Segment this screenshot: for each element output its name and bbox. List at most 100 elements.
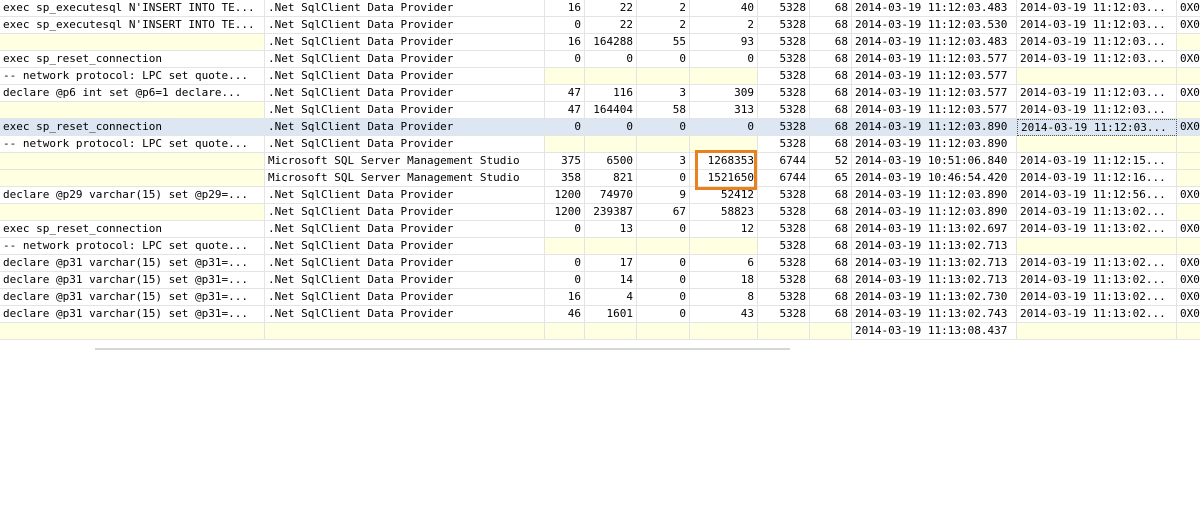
table-cell[interactable]: [637, 68, 690, 85]
table-cell[interactable]: 2014-03-19 10:46:54.420: [852, 170, 1017, 187]
table-cell[interactable]: .Net SqlClient Data Provider: [265, 238, 545, 255]
table-cell[interactable]: 5328: [758, 34, 810, 51]
table-cell[interactable]: 5328: [758, 204, 810, 221]
table-cell[interactable]: exec sp_executesql N'INSERT INTO TE...: [0, 0, 265, 17]
table-cell[interactable]: 47: [545, 85, 585, 102]
table-cell[interactable]: .Net SqlClient Data Provider: [265, 17, 545, 34]
table-cell[interactable]: 5328: [758, 221, 810, 238]
table-row[interactable]: .Net SqlClient Data Provider 1200 239387 67…: [0, 204, 1200, 221]
table-cell[interactable]: 2014-03-19 11:12:03.530: [852, 17, 1017, 34]
table-cell[interactable]: 2014-03-19 11:13:02.713: [852, 272, 1017, 289]
table-cell[interactable]: 5328: [758, 0, 810, 17]
table-cell[interactable]: [637, 323, 690, 340]
table-cell[interactable]: 5328: [758, 17, 810, 34]
table-cell[interactable]: 0: [545, 17, 585, 34]
table-cell[interactable]: 6500: [585, 153, 637, 170]
table-cell[interactable]: 5328: [758, 119, 810, 136]
table-cell[interactable]: -- network protocol: LPC set quote...: [0, 68, 265, 85]
table-cell[interactable]: [0, 204, 265, 221]
table-cell[interactable]: 313: [690, 102, 758, 119]
table-cell[interactable]: [1177, 238, 1200, 255]
table-row[interactable]: .Net SqlClient Data Provider 47 164404 58 31…: [0, 102, 1200, 119]
table-cell[interactable]: 2014-03-19 11:12:03.890: [852, 204, 1017, 221]
table-row[interactable]: declare @p31 varchar(15) set @p31=... .Ne…: [0, 289, 1200, 306]
table-cell[interactable]: [585, 238, 637, 255]
table-row[interactable]: -- network protocol: LPC set quote... .Ne…: [0, 238, 1200, 255]
table-cell[interactable]: 0X0: [1177, 0, 1200, 17]
table-cell[interactable]: 0: [637, 170, 690, 187]
table-cell[interactable]: 5328: [758, 68, 810, 85]
table-cell[interactable]: .Net SqlClient Data Provider: [265, 272, 545, 289]
table-row[interactable]: declare @p6 int set @p6=1 declare... .Net…: [0, 85, 1200, 102]
table-cell[interactable]: .Net SqlClient Data Provider: [265, 51, 545, 68]
table-cell[interactable]: 68: [810, 136, 852, 153]
table-row[interactable]: declare @p31 varchar(15) set @p31=... .Ne…: [0, 306, 1200, 323]
table-cell[interactable]: 2014-03-19 11:12:03...: [1017, 119, 1177, 136]
table-cell[interactable]: 4: [585, 289, 637, 306]
table-cell[interactable]: 0: [545, 255, 585, 272]
table-row[interactable]: Microsoft SQL Server Management Studio 35…: [0, 170, 1200, 187]
table-cell[interactable]: 5328: [758, 238, 810, 255]
table-cell[interactable]: [1017, 136, 1177, 153]
table-cell[interactable]: 68: [810, 221, 852, 238]
table-cell[interactable]: 6744: [758, 153, 810, 170]
table-cell[interactable]: exec sp_executesql N'INSERT INTO TE...: [0, 17, 265, 34]
table-cell[interactable]: 2014-03-19 11:12:03.577: [852, 51, 1017, 68]
table-cell[interactable]: 0: [545, 272, 585, 289]
table-row[interactable]: declare @p31 varchar(15) set @p31=... .Ne…: [0, 255, 1200, 272]
table-cell[interactable]: .Net SqlClient Data Provider: [265, 204, 545, 221]
table-cell[interactable]: 2014-03-19 11:12:03.577: [852, 68, 1017, 85]
table-cell[interactable]: [1177, 68, 1200, 85]
table-cell[interactable]: 65: [810, 170, 852, 187]
table-cell[interactable]: exec sp_reset_connection: [0, 221, 265, 238]
table-cell[interactable]: 74970: [585, 187, 637, 204]
table-cell[interactable]: 68: [810, 289, 852, 306]
table-cell[interactable]: [0, 34, 265, 51]
table-cell[interactable]: 0X0: [1177, 255, 1200, 272]
table-cell[interactable]: 68: [810, 119, 852, 136]
table-cell[interactable]: [690, 323, 758, 340]
table-cell[interactable]: 67: [637, 204, 690, 221]
table-cell[interactable]: 68: [810, 34, 852, 51]
table-cell[interactable]: 22: [585, 0, 637, 17]
table-cell[interactable]: 68: [810, 17, 852, 34]
table-cell[interactable]: 68: [810, 255, 852, 272]
table-cell[interactable]: [1177, 204, 1200, 221]
table-cell[interactable]: [0, 170, 265, 187]
table-cell[interactable]: 2014-03-19 11:12:03...: [1017, 51, 1177, 68]
table-cell[interactable]: 0: [637, 119, 690, 136]
table-cell[interactable]: 0: [637, 306, 690, 323]
table-cell[interactable]: [1177, 170, 1200, 187]
table-row[interactable]: Microsoft SQL Server Management Studio 37…: [0, 153, 1200, 170]
table-cell[interactable]: [810, 323, 852, 340]
table-cell[interactable]: 2014-03-19 11:13:02.713: [852, 238, 1017, 255]
table-cell[interactable]: 2014-03-19 11:12:16...: [1017, 170, 1177, 187]
table-cell[interactable]: 68: [810, 51, 852, 68]
table-cell[interactable]: 68: [810, 85, 852, 102]
table-cell[interactable]: 2014-03-19 11:13:02...: [1017, 306, 1177, 323]
table-cell[interactable]: .Net SqlClient Data Provider: [265, 221, 545, 238]
table-cell[interactable]: 2014-03-19 11:12:03.483: [852, 34, 1017, 51]
table-cell[interactable]: 164288: [585, 34, 637, 51]
table-cell[interactable]: 5328: [758, 102, 810, 119]
table-cell[interactable]: 0: [585, 119, 637, 136]
table-cell[interactable]: 8: [690, 289, 758, 306]
table-cell[interactable]: declare @p6 int set @p6=1 declare...: [0, 85, 265, 102]
table-cell[interactable]: 0: [637, 272, 690, 289]
table-cell[interactable]: 2: [637, 0, 690, 17]
table-row[interactable]: -- network protocol: LPC set quote... .Ne…: [0, 136, 1200, 153]
table-cell[interactable]: 2014-03-19 11:13:02.743: [852, 306, 1017, 323]
table-cell[interactable]: [585, 68, 637, 85]
table-cell[interactable]: 2014-03-19 11:12:03...: [1017, 34, 1177, 51]
table-cell[interactable]: 68: [810, 272, 852, 289]
table-cell[interactable]: 5328: [758, 306, 810, 323]
table-cell[interactable]: [637, 238, 690, 255]
table-cell[interactable]: [0, 323, 265, 340]
table-cell[interactable]: 2014-03-19 11:12:03.890: [852, 119, 1017, 136]
trace-results-grid[interactable]: exec sp_executesql N'INSERT INTO TE... .N…: [0, 0, 1200, 340]
table-cell[interactable]: 2014-03-19 11:12:15...: [1017, 153, 1177, 170]
table-cell[interactable]: [545, 136, 585, 153]
table-cell[interactable]: 68: [810, 102, 852, 119]
table-cell[interactable]: 358: [545, 170, 585, 187]
table-cell[interactable]: .Net SqlClient Data Provider: [265, 289, 545, 306]
